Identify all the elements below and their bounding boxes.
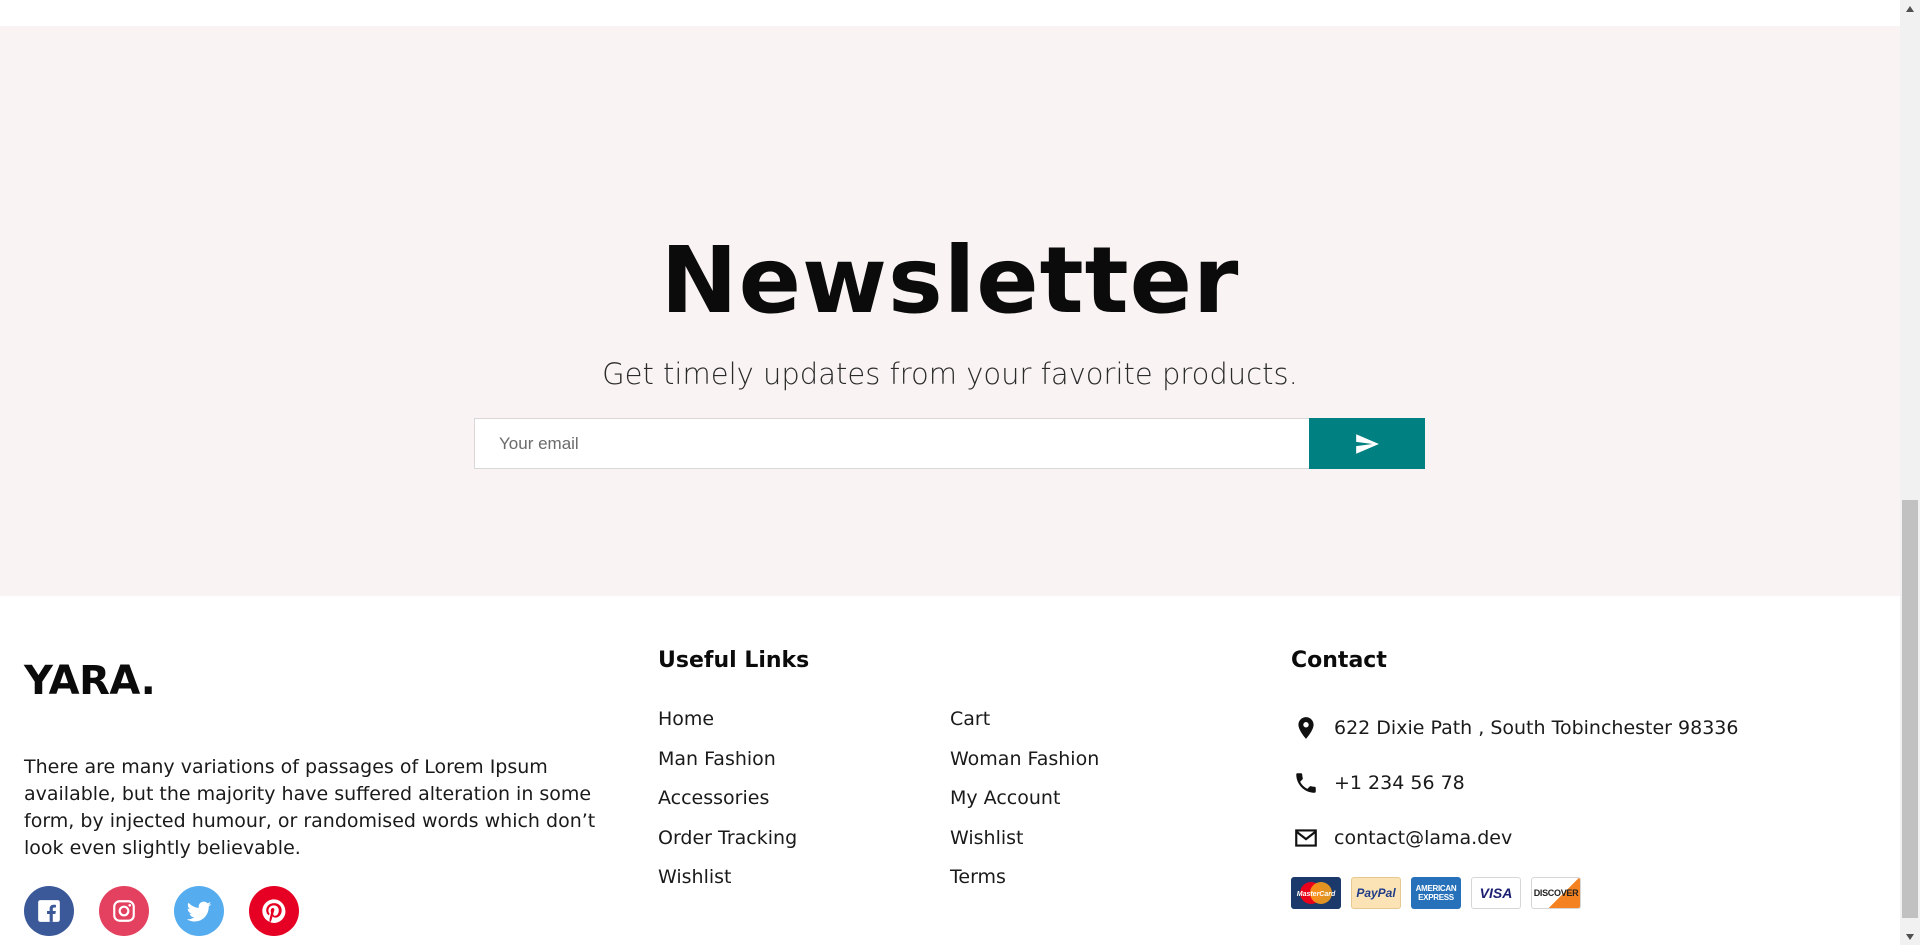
- send-button[interactable]: [1309, 418, 1425, 469]
- scroll-down-arrow-icon[interactable]: [1900, 928, 1920, 945]
- visa-icon: VISA: [1471, 877, 1521, 909]
- footer: YARA. There are many variations of passa…: [0, 596, 1900, 945]
- instagram-button[interactable]: [99, 886, 149, 936]
- top-strip: [0, 0, 1900, 26]
- amex-icon: AMERICAN EXPRESS: [1411, 877, 1461, 909]
- link-home[interactable]: Home: [658, 706, 797, 746]
- contact-email: contact@lama.dev: [1291, 823, 1512, 853]
- discover-icon: DISCOVER: [1531, 877, 1581, 909]
- instagram-icon: [113, 900, 135, 922]
- mail-icon: [1291, 823, 1321, 853]
- payment-methods: MasterCard PayPal AMERICAN EXPRESS VISA …: [1291, 877, 1581, 909]
- send-icon: [1356, 433, 1379, 454]
- pinterest-icon: [262, 899, 286, 924]
- twitter-button[interactable]: [174, 886, 224, 936]
- location-pin-icon: [1291, 713, 1321, 743]
- footer-logo[interactable]: YARA.: [24, 656, 156, 706]
- link-my-account[interactable]: My Account: [950, 785, 1099, 825]
- link-wishlist[interactable]: Wishlist: [658, 864, 797, 904]
- link-woman-fashion[interactable]: Woman Fashion: [950, 746, 1099, 786]
- link-wishlist-2[interactable]: Wishlist: [950, 825, 1099, 865]
- contact-address-text: 622 Dixie Path , South Tobinchester 9833…: [1334, 717, 1739, 739]
- facebook-button[interactable]: [24, 886, 74, 936]
- link-cart[interactable]: Cart: [950, 706, 1099, 746]
- pinterest-button[interactable]: [249, 886, 299, 936]
- mastercard-label: MasterCard: [1297, 891, 1336, 898]
- link-order-tracking[interactable]: Order Tracking: [658, 825, 797, 865]
- mastercard-icon: MasterCard: [1291, 877, 1341, 909]
- email-input[interactable]: [475, 419, 1309, 468]
- paypal-label: PayPal: [1356, 886, 1396, 900]
- scroll-up-arrow-icon[interactable]: [1900, 0, 1920, 17]
- vertical-scrollbar[interactable]: [1900, 0, 1920, 945]
- newsletter-section: Newsletter Get timely updates from your …: [0, 26, 1900, 596]
- newsletter-description: Get timely updates from your favorite pr…: [602, 357, 1298, 391]
- useful-links-right: Cart Woman Fashion My Account Wishlist T…: [950, 706, 1099, 904]
- useful-links-title: Useful Links: [658, 648, 810, 673]
- newsletter-form: [474, 418, 1425, 469]
- twitter-icon: [186, 901, 212, 922]
- facebook-icon: [38, 900, 60, 922]
- scrollbar-thumb[interactable]: [1902, 500, 1918, 918]
- link-man-fashion[interactable]: Man Fashion: [658, 746, 797, 786]
- contact-address: 622 Dixie Path , South Tobinchester 9833…: [1291, 713, 1738, 743]
- contact-email-text: contact@lama.dev: [1334, 827, 1513, 849]
- paypal-icon: PayPal: [1351, 877, 1401, 909]
- contact-phone-text: +1 234 56 78: [1334, 772, 1465, 794]
- visa-label: VISA: [1479, 885, 1513, 901]
- link-accessories[interactable]: Accessories: [658, 785, 797, 825]
- phone-icon: [1291, 768, 1321, 798]
- contact-phone: +1 234 56 78: [1291, 768, 1465, 798]
- useful-links-left: Home Man Fashion Accessories Order Track…: [658, 706, 797, 904]
- newsletter-title: Newsletter: [660, 227, 1240, 334]
- social-links: [24, 886, 299, 936]
- amex-label: AMERICAN EXPRESS: [1415, 884, 1457, 902]
- discover-label: DISCOVER: [1533, 888, 1579, 898]
- contact-title: Contact: [1291, 648, 1387, 673]
- link-terms[interactable]: Terms: [950, 864, 1099, 904]
- footer-about-text: There are many variations of passages of…: [24, 756, 596, 859]
